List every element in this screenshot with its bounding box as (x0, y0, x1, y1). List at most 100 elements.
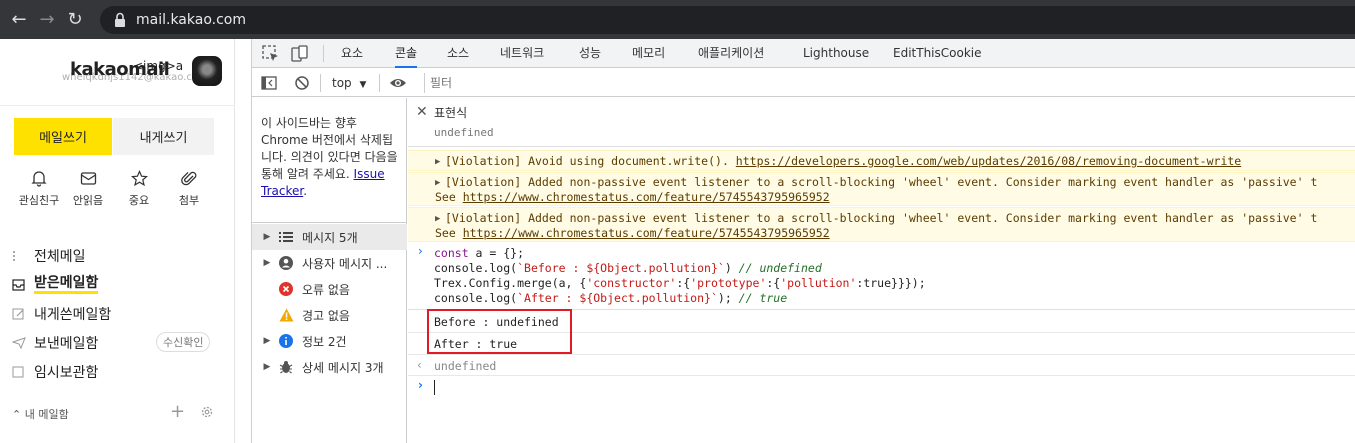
sidebar-item-user-messages[interactable]: ▶ 사용자 메시지 ... (252, 250, 407, 276)
violation-link[interactable]: https://developers.google.com/web/update… (736, 154, 1241, 168)
forward-icon[interactable]: → (36, 9, 58, 31)
tab-sources[interactable]: 소스 (447, 39, 469, 68)
expand-arrow-icon[interactable]: ▶ (258, 336, 276, 346)
filter-input[interactable] (424, 73, 1354, 93)
folder-to-self[interactable]: 내게쓴메일함 (12, 304, 111, 324)
input-prompt-icon: › (418, 244, 423, 258)
sidebar-item-info[interactable]: ▶ 정보 2건 (252, 328, 407, 354)
tab-memory[interactable]: 메모리 (632, 39, 665, 68)
sidebar-item-messages[interactable]: ▶ 메시지 5개 (252, 224, 407, 250)
sidebar-item-label: 정보 2건 (302, 334, 347, 349)
toggle-sidebar-icon[interactable] (261, 75, 277, 91)
folder-all-mail[interactable]: 전체메일 (12, 246, 86, 266)
browser-toolbar: ← → ↻ mail.kakao.com (0, 0, 1355, 39)
injected-text: <img>a (133, 59, 184, 73)
tab-editthiscookie[interactable]: EditThisCookie (893, 39, 982, 68)
context-select[interactable]: top ▼ (332, 76, 366, 90)
code-string: 'pollution' (780, 276, 857, 290)
folder-label: 보낸메일함 (34, 336, 99, 352)
expression-value: undefined (434, 126, 494, 139)
inspect-element-icon[interactable] (262, 45, 280, 63)
code-comment: // true (738, 291, 788, 305)
violation-text: [Violation] Added non-passive event list… (445, 211, 1318, 225)
folder-drafts[interactable]: 임시보관함 (12, 362, 98, 382)
violation-message[interactable]: ▶ [Violation] Added non-passive event li… (408, 172, 1355, 206)
device-toolbar-icon[interactable] (291, 45, 309, 63)
violation-text: [Violation] Added non-passive event list… (445, 175, 1318, 189)
toolbar-separator (320, 74, 321, 92)
folder-sent[interactable]: 보낸메일함 (11, 333, 99, 353)
code-text: :{ (676, 276, 691, 290)
live-expression: ✕ 표현식 undefined (408, 98, 1355, 147)
quick-label: 관심친구 (18, 194, 60, 207)
code-line: console.log(`After : ${Object.pollution}… (434, 291, 787, 305)
code-text: :{ (766, 276, 781, 290)
expand-arrow-icon[interactable]: ▶ (435, 176, 440, 191)
expand-arrow-icon[interactable]: ▶ (435, 212, 440, 227)
gear-icon[interactable] (200, 405, 214, 419)
address-bar[interactable]: mail.kakao.com (100, 6, 1355, 34)
expand-arrow-icon[interactable]: ▶ (435, 155, 440, 170)
write-to-self-button[interactable]: 내게쓰기 (113, 118, 214, 155)
clear-console-icon[interactable] (294, 75, 310, 91)
bug-icon (276, 360, 296, 374)
sidebar-item-label: 사용자 메시지 ... (302, 256, 388, 271)
close-icon[interactable]: ✕ (416, 104, 428, 120)
quick-unread[interactable]: 안읽음 (64, 170, 112, 208)
violation-message[interactable]: ▶ [Violation] Added non-passive event li… (408, 207, 1355, 242)
quick-label: 첨부 (178, 194, 200, 207)
code-text: Trex.Config.merge(a, { (434, 276, 587, 290)
divider (252, 222, 407, 223)
paperclip-icon (180, 171, 196, 186)
quick-favorite-friends[interactable]: 관심친구 (15, 170, 63, 208)
console-output: ✕ 표현식 undefined ▶ [Violation] Avoid usin… (408, 98, 1355, 443)
console-input-echo[interactable]: › const a = {}; console.log(`Before : ${… (408, 244, 1355, 310)
memo-icon (12, 308, 26, 320)
tab-separator (323, 45, 324, 62)
expand-arrow-icon[interactable]: ▶ (258, 258, 276, 268)
tab-performance[interactable]: 성능 (579, 39, 601, 68)
user-icon (276, 256, 296, 270)
write-mail-button[interactable]: 메일쓰기 (14, 118, 112, 155)
back-icon[interactable]: ← (8, 9, 30, 31)
read-receipt-button[interactable]: 수신확인 (156, 332, 211, 352)
toolbar-separator (379, 74, 380, 92)
console-prompt-input[interactable] (434, 380, 435, 395)
envelope-icon (80, 172, 96, 185)
violation-link[interactable]: https://www.chromestatus.com/feature/574… (463, 226, 830, 240)
divider (0, 105, 235, 106)
violation-link[interactable]: https://www.chromestatus.com/feature/574… (463, 190, 830, 204)
folder-inbox[interactable]: 받은메일함 (12, 275, 99, 294)
sidebar-item-warnings[interactable]: 경고 없음 (252, 302, 407, 328)
my-mailbox-toggle[interactable]: ⌃ 내 메일함 (12, 406, 69, 422)
code-string: `After : ${Object.pollution}` (517, 291, 718, 305)
star-icon (130, 170, 148, 187)
sidebar-item-errors[interactable]: 오류 없음 (252, 276, 407, 302)
expand-arrow-icon[interactable]: ▶ (258, 362, 276, 372)
sidebar-item-verbose[interactable]: ▶ 상세 메시지 3개 (252, 354, 407, 380)
code-string: 'constructor' (586, 276, 677, 290)
code-text: ) (724, 261, 739, 275)
reload-icon[interactable]: ↻ (64, 9, 86, 31)
quick-attachments[interactable]: 첨부 (165, 170, 213, 208)
see-label: See (435, 190, 463, 204)
tab-network[interactable]: 네트워크 (500, 39, 544, 68)
see-label: See (435, 226, 463, 240)
add-folder-icon[interactable]: + (170, 401, 185, 422)
dropdown-arrow-icon: ▼ (359, 80, 367, 90)
expand-arrow-icon[interactable]: ▶ (258, 232, 276, 242)
code-text: console.log( (434, 261, 518, 275)
violation-message[interactable]: ▶ [Violation] Avoid using document.write… (408, 150, 1355, 171)
tab-console[interactable]: 콘솔 (395, 39, 418, 68)
info-icon (276, 334, 296, 348)
tab-application[interactable]: 애플리케이션 (698, 39, 764, 68)
return-value-row[interactable]: ‹ undefined (408, 356, 1355, 376)
tab-lighthouse[interactable]: Lighthouse (803, 39, 869, 68)
bell-icon (31, 171, 47, 187)
avatar[interactable] (192, 56, 222, 86)
expression-label[interactable]: 표현식 (434, 104, 467, 121)
code-line: const a = {}; (434, 246, 524, 260)
eye-icon[interactable] (389, 76, 407, 90)
tab-elements[interactable]: 요소 (341, 39, 363, 68)
quick-important[interactable]: 중요 (115, 170, 163, 208)
